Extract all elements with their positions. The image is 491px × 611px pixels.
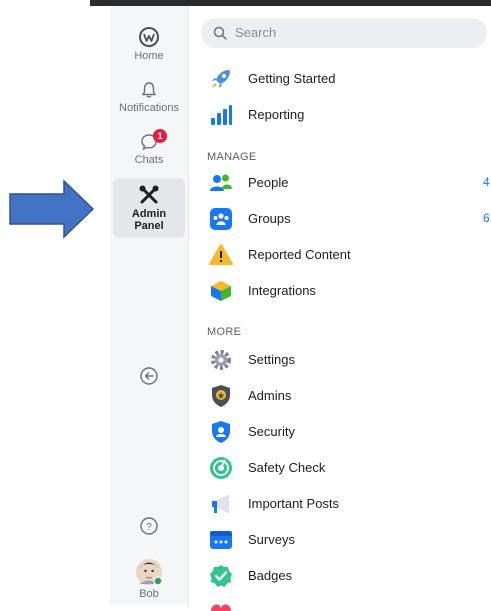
workplace-logo-icon [139,27,159,47]
survey-icon [210,531,232,549]
security-shield-icon [212,421,230,443]
avatar [136,559,163,586]
section-header-more: MORE [207,326,242,338]
search-icon [213,26,227,40]
rail-label-chats: Chats [134,154,164,166]
rocket-icon [212,70,230,88]
safety-check-icon [210,457,232,479]
nav-label: Getting Started [248,71,336,86]
nav-item-admins[interactable]: Admins [209,381,491,411]
back-arrow-circle-icon [140,367,158,385]
nav-label: Reported Content [248,247,351,262]
rail-label-home: Home [134,50,164,62]
rail-item-home[interactable]: Home [113,26,185,68]
nav-label: Integrations [248,283,316,298]
nav-item-groups[interactable]: Groups 6 [209,204,491,234]
nav-item-badges[interactable]: Badges [209,561,491,591]
rail-item-chats[interactable]: 1 Chats [113,129,185,174]
nav-label: Badges [248,568,293,583]
rail-item-notifications[interactable]: Notifications [113,80,185,122]
nav-item-reported-content[interactable]: Reported Content [209,240,491,270]
help-button[interactable]: ? [113,516,185,542]
nav-item-people[interactable]: People 4 [209,168,491,198]
nav-item-getting-started[interactable]: Getting Started [209,64,491,94]
profile-button[interactable]: Bob [113,558,185,604]
nav-item-safety-check[interactable]: Safety Check [209,453,491,483]
nav-label: Security [248,424,295,439]
left-rail: Home Notifications 1 Chats Admin Panel ?… [110,6,189,605]
section-header-manage: MANAGE [207,151,257,163]
rail-label-admin-panel: Admin Panel [131,208,167,232]
nav-item-reporting[interactable]: Reporting [209,100,491,130]
bell-icon [141,82,157,98]
profile-name: Bob [139,588,159,600]
nav-label: Groups [248,211,291,226]
tools-icon [139,185,159,204]
collapse-sidebar-button[interactable] [113,366,185,392]
nav-label: Admins [248,388,292,403]
nav-count: 6 [483,211,490,225]
help-icon: ? [140,517,158,535]
nav-item-integrations[interactable]: Integrations [209,276,491,306]
svg-text:?: ? [146,522,152,533]
partial-heart-icon [211,604,231,611]
search-input[interactable]: Search [201,18,487,48]
nav-label: Safety Check [248,460,326,475]
warning-icon [209,244,233,265]
nav-label: Surveys [248,532,295,547]
people-icon [210,174,232,191]
bar-chart-icon [211,105,232,125]
nav-item-important-posts[interactable]: Important Posts [209,489,491,519]
nav-label: People [248,175,289,190]
rail-item-admin-panel[interactable]: Admin Panel [113,178,185,238]
groups-icon [210,208,232,230]
admin-panel-menu: Search Getting Started Reporting MANAGE [189,6,491,611]
nav-label: Reporting [248,107,305,122]
cube-icon [211,281,231,301]
rail-label-notifications: Notifications [119,102,179,114]
nav-count: 4 [483,175,490,189]
gear-icon [211,350,231,370]
megaphone-icon [212,495,229,513]
nav-item-security[interactable]: Security [209,417,491,447]
nav-label: Important Posts [248,496,340,511]
nav-label: Settings [248,352,295,367]
nav-item-settings[interactable]: Settings [209,345,491,375]
pointer-arrow-icon [9,179,95,239]
nav-item-surveys[interactable]: Surveys [209,525,491,555]
admin-shield-icon [212,385,230,407]
chats-unread-badge: 1 [153,129,167,143]
badge-check-icon [210,565,232,587]
search-placeholder: Search [235,25,277,40]
